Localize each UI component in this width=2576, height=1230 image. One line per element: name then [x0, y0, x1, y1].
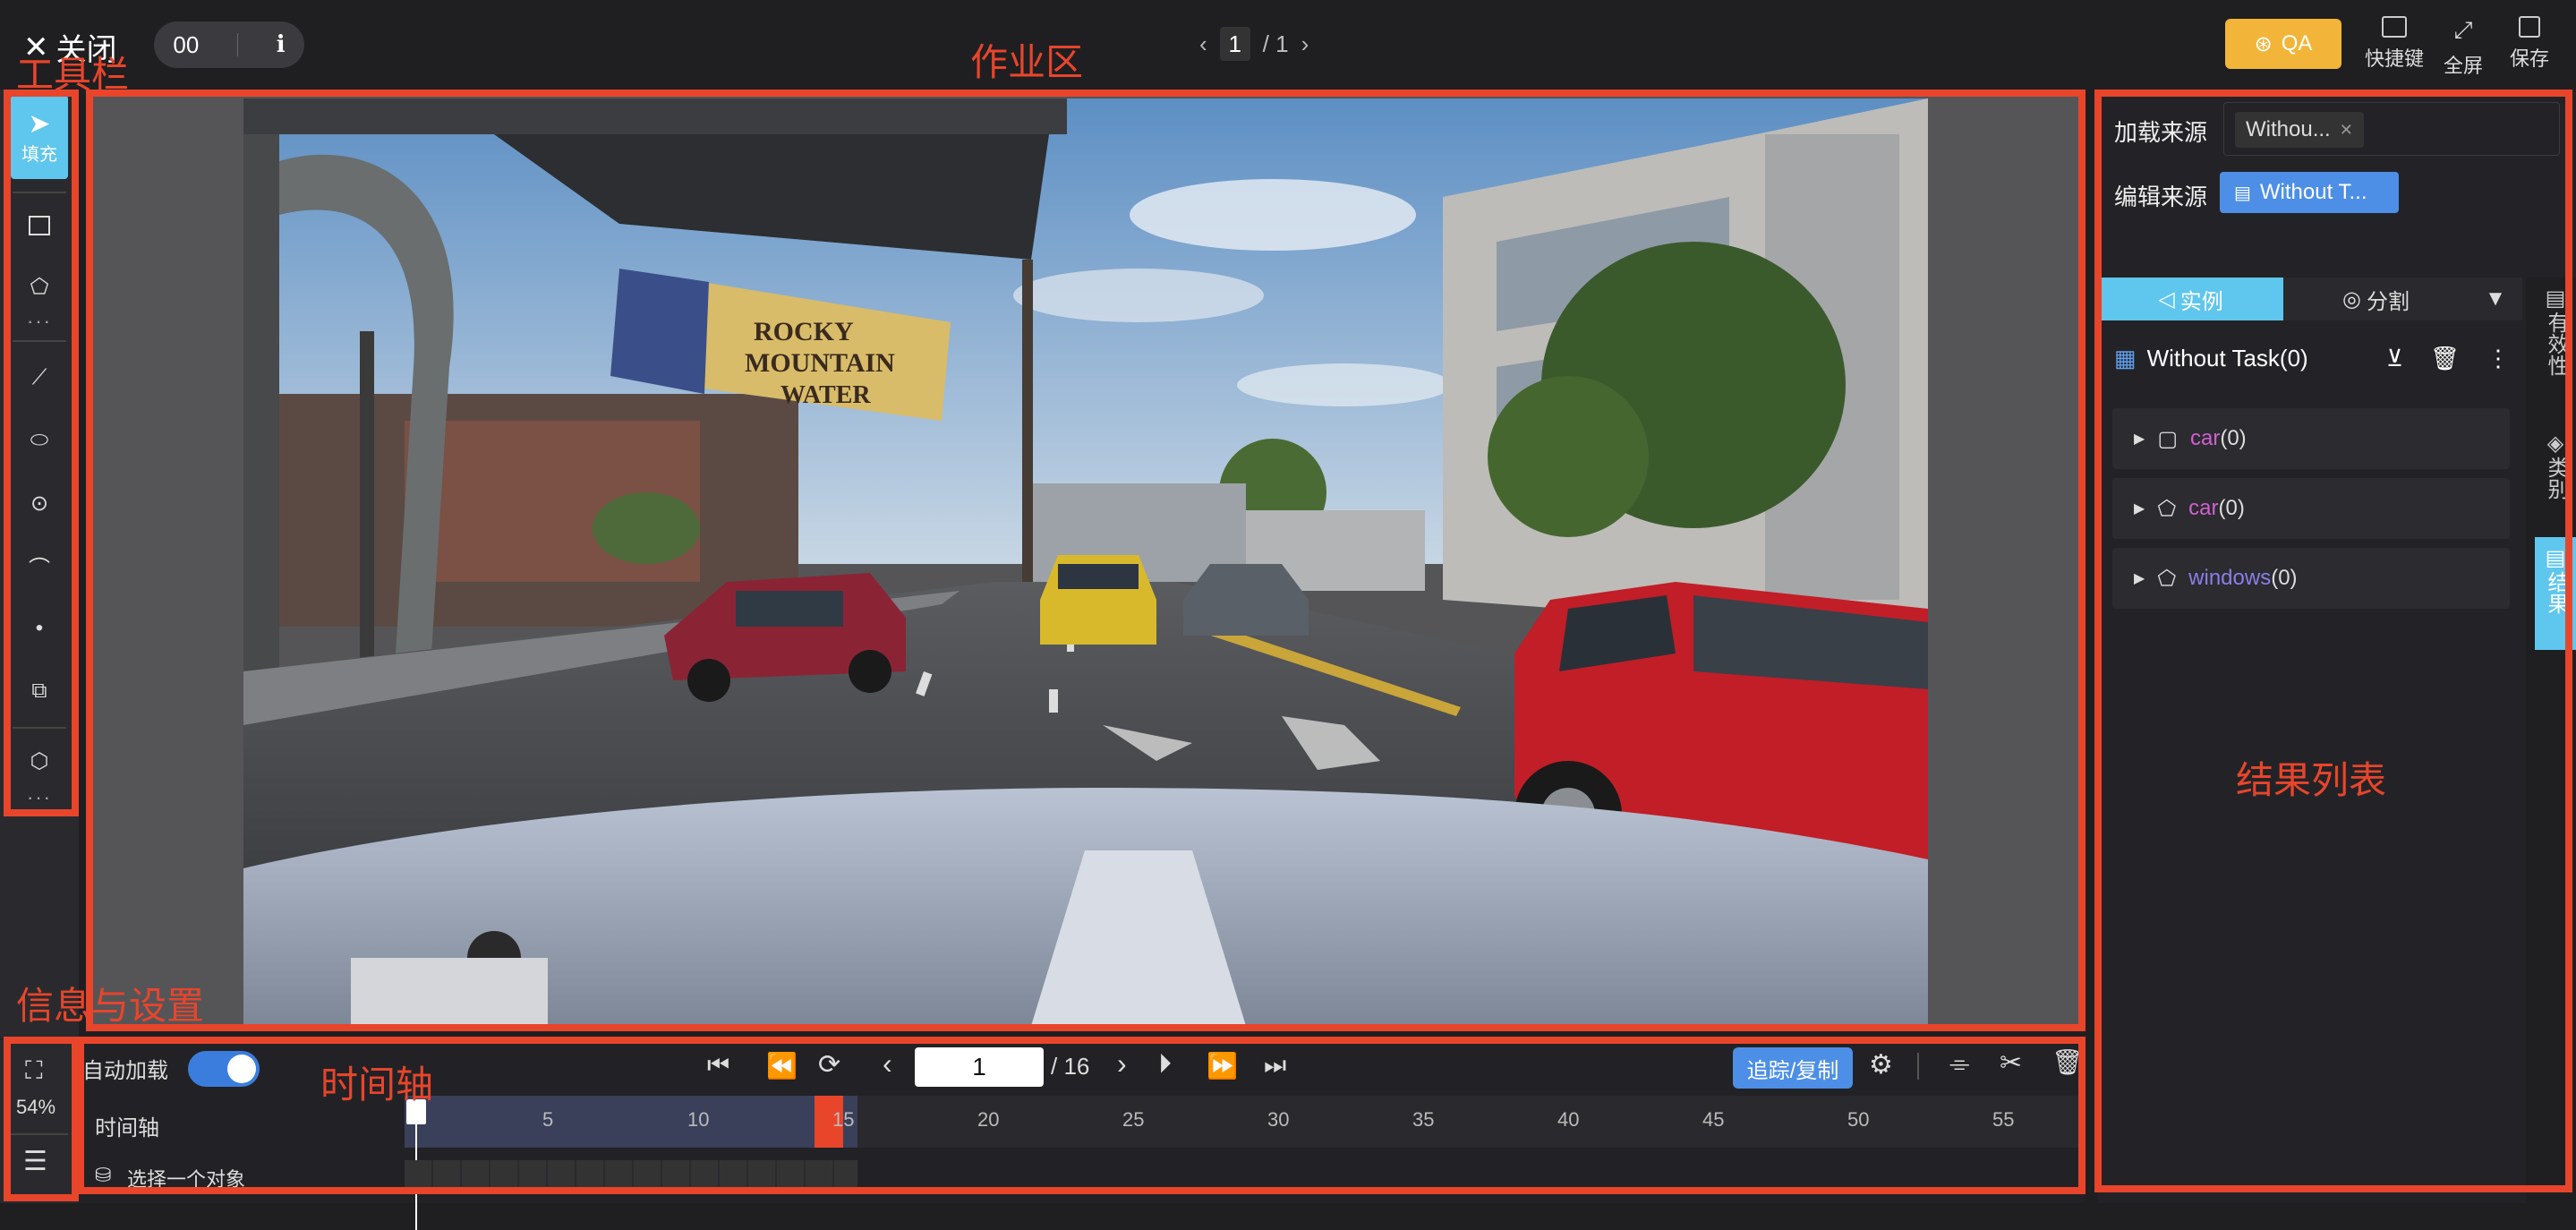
info-settings-highlight	[4, 1037, 79, 1201]
fullscreen-button[interactable]: ⤢ 全屏	[2444, 16, 2483, 79]
result-list-highlight	[2094, 90, 2572, 1192]
shortcuts-button[interactable]: 快捷键	[2365, 16, 2424, 72]
page-current-input[interactable]: 1	[1219, 27, 1250, 61]
result-list-annotation: 结果列表	[2236, 759, 2387, 801]
counter-value: 00	[173, 30, 200, 58]
toolbar-highlight	[4, 90, 79, 816]
fullscreen-icon: ⤢	[2453, 16, 2473, 43]
keyboard-icon	[2382, 16, 2407, 38]
save-icon	[2519, 16, 2540, 38]
next-page-icon[interactable]: ›	[1301, 30, 1309, 58]
page-total: / 1	[1262, 30, 1289, 57]
save-button[interactable]: 保存	[2510, 16, 2549, 72]
qa-icon: ⊛	[2254, 31, 2273, 56]
info-pill: 00 i	[154, 21, 304, 68]
page-navigator: ‹ 1 / 1 ›	[1199, 27, 1309, 61]
shortcuts-label: 快捷键	[2365, 47, 2425, 70]
prev-page-icon[interactable]: ‹	[1199, 30, 1207, 58]
workspace-annotation: 作业区	[970, 41, 1084, 83]
info-settings-annotation: 信息与设置	[16, 985, 205, 1027]
workspace-highlight	[86, 90, 2086, 1031]
info-icon[interactable]: i	[277, 31, 286, 58]
qa-button[interactable]: ⊛ QA	[2225, 19, 2341, 69]
qa-label: QA	[2281, 31, 2313, 56]
fullscreen-label: 全屏	[2444, 55, 2484, 77]
timeline-annotation: 时间轴	[320, 1063, 434, 1106]
toolbar-annotation: 工具栏	[16, 54, 130, 96]
top-bar: ✕ 关闭 00 i ‹ 1 / 1 › ⊛ QA 快捷键 ⤢ 全屏 保存	[0, 0, 2576, 90]
save-label: 保存	[2510, 47, 2550, 70]
